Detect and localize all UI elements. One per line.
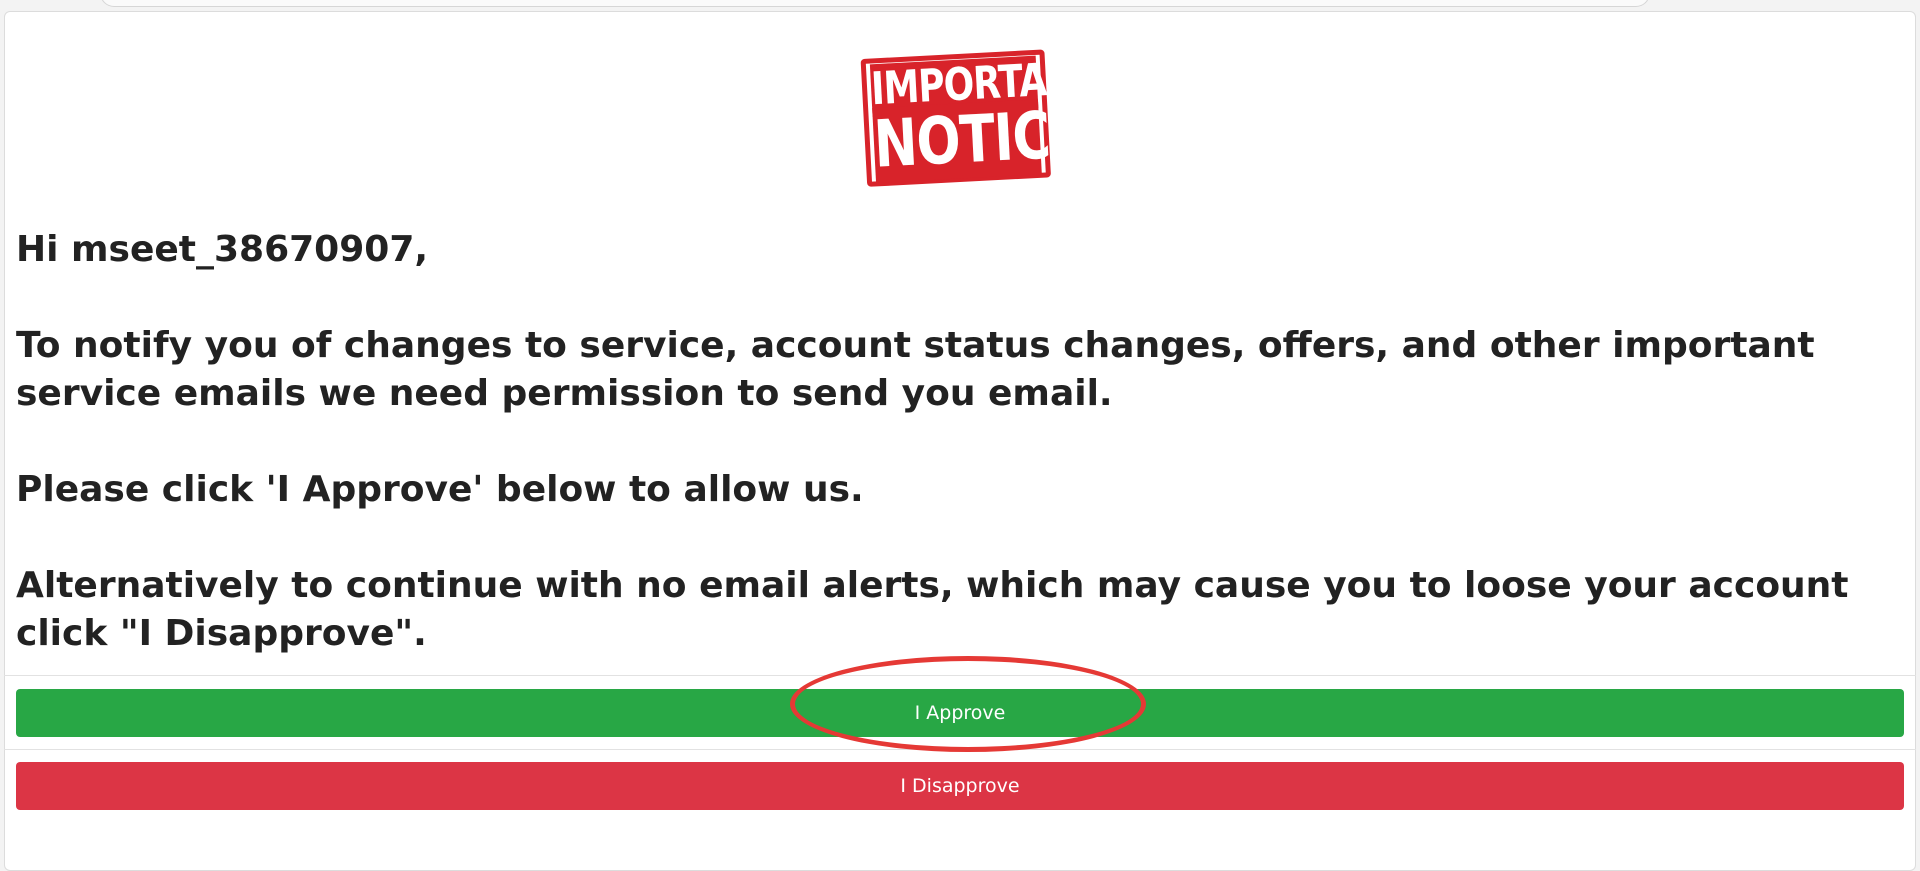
important-notice-logo: IMPORTANT NOTICE — [860, 49, 1100, 195]
message-paragraph-changes: To notify you of changes to service, acc… — [16, 325, 1815, 414]
message-paragraph-approve: Please click 'I Approve' below to allow … — [16, 469, 864, 510]
divider — [4, 675, 1916, 676]
notice-message: Hi mseet_38670907, To notify you of chan… — [16, 226, 1896, 658]
divider — [4, 749, 1916, 750]
greeting: Hi mseet_38670907, — [16, 229, 429, 270]
message-paragraph-disapprove: Alternatively to continue with no email … — [16, 565, 1849, 654]
disapprove-button[interactable]: I Disapprove — [16, 762, 1904, 810]
approve-button[interactable]: I Approve — [16, 689, 1904, 737]
top-bar-remnant — [100, 0, 1650, 7]
logo-line-notice: NOTICE — [872, 97, 1087, 183]
